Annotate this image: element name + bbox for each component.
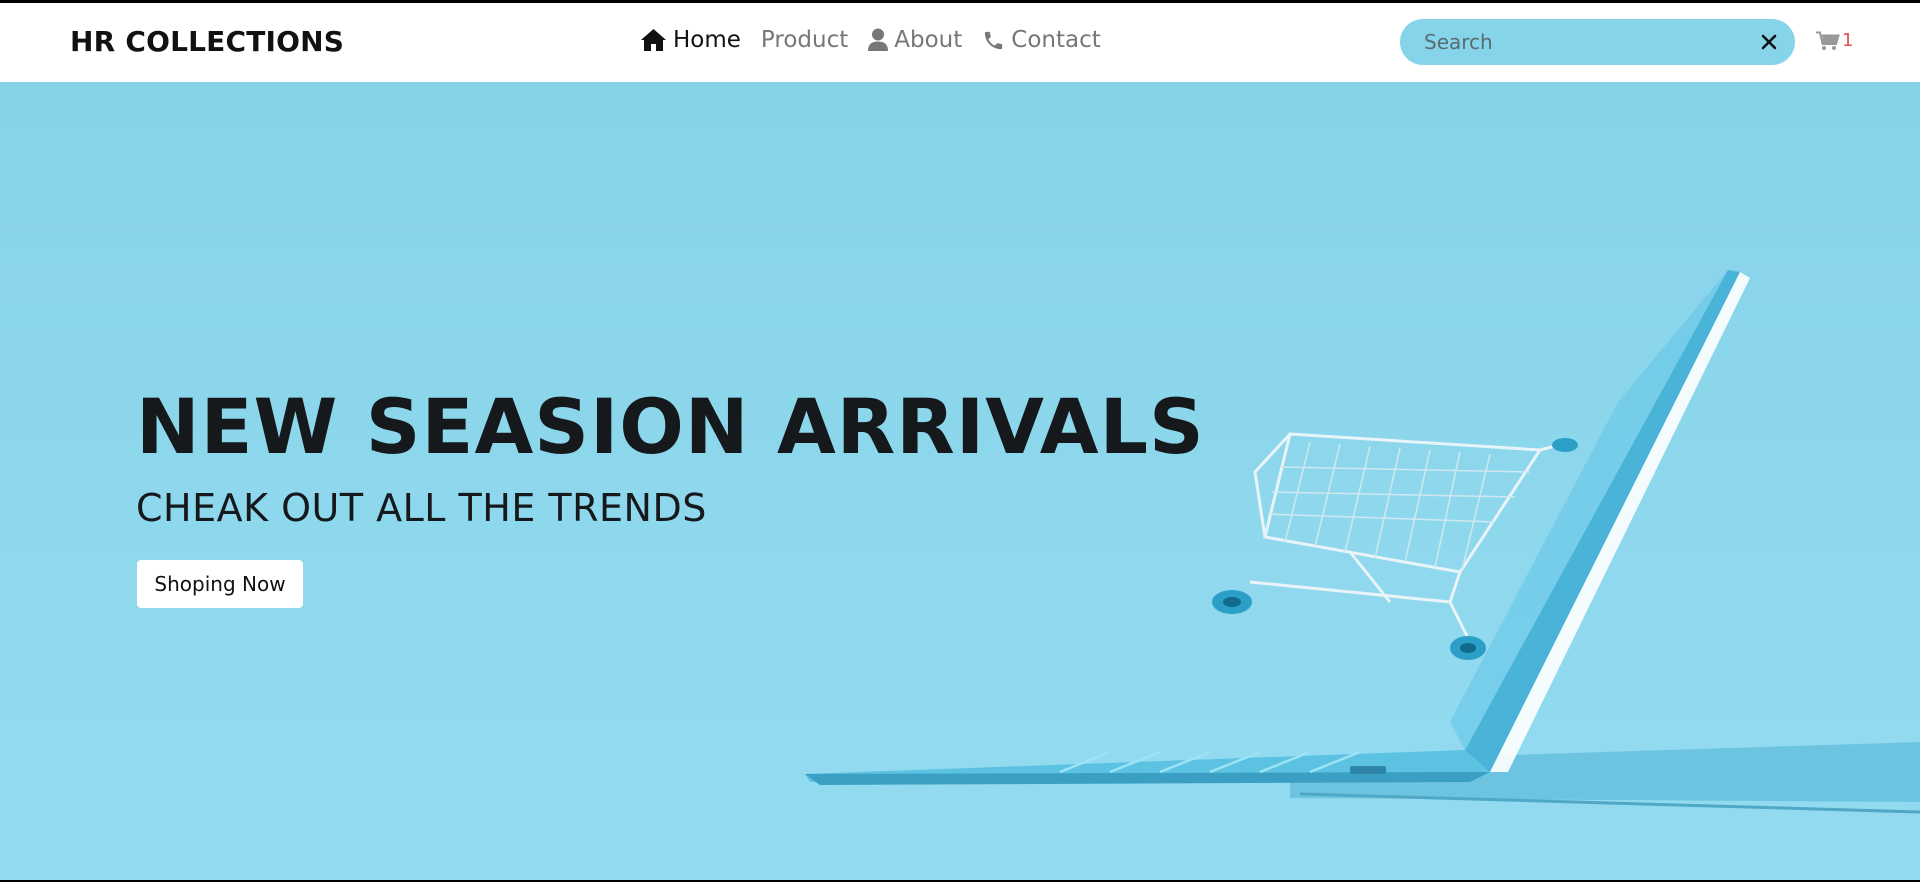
nav-home-label: Home	[673, 27, 741, 53]
close-icon[interactable]	[1757, 30, 1781, 54]
nav-product-label: Product	[760, 27, 849, 53]
nav-home[interactable]: Home	[640, 27, 741, 53]
navbar: HR COLLECTIONS Home Product About Contac…	[0, 3, 1920, 82]
main-nav: Home Product About Contact	[640, 27, 1101, 53]
hero-banner: NEW SEASION ARRIVALS CHEAK OUT ALL THE T…	[0, 82, 1920, 880]
cart-icon	[1816, 31, 1840, 50]
home-icon	[641, 29, 666, 51]
nav-contact[interactable]: Contact	[982, 27, 1101, 53]
nav-contact-label: Contact	[1011, 27, 1101, 53]
nav-product[interactable]: Product	[761, 27, 848, 53]
nav-about-label: About	[894, 27, 963, 53]
hero-subtitle: CHEAK OUT ALL THE TRENDS	[136, 486, 707, 530]
search-input[interactable]	[1424, 19, 1744, 65]
phone-icon	[985, 31, 1003, 49]
nav-about[interactable]: About	[868, 27, 962, 53]
brand-logo[interactable]: HR COLLECTIONS	[70, 25, 344, 58]
shop-now-button[interactable]: Shoping Now	[137, 560, 303, 608]
user-icon	[868, 28, 889, 51]
cart-button[interactable]: 1	[1816, 30, 1853, 51]
hero-title: NEW SEASION ARRIVALS	[136, 382, 1205, 471]
cart-count-badge: 1	[1842, 30, 1854, 51]
search-bar	[1400, 19, 1795, 65]
hero-illustration	[805, 270, 1920, 814]
